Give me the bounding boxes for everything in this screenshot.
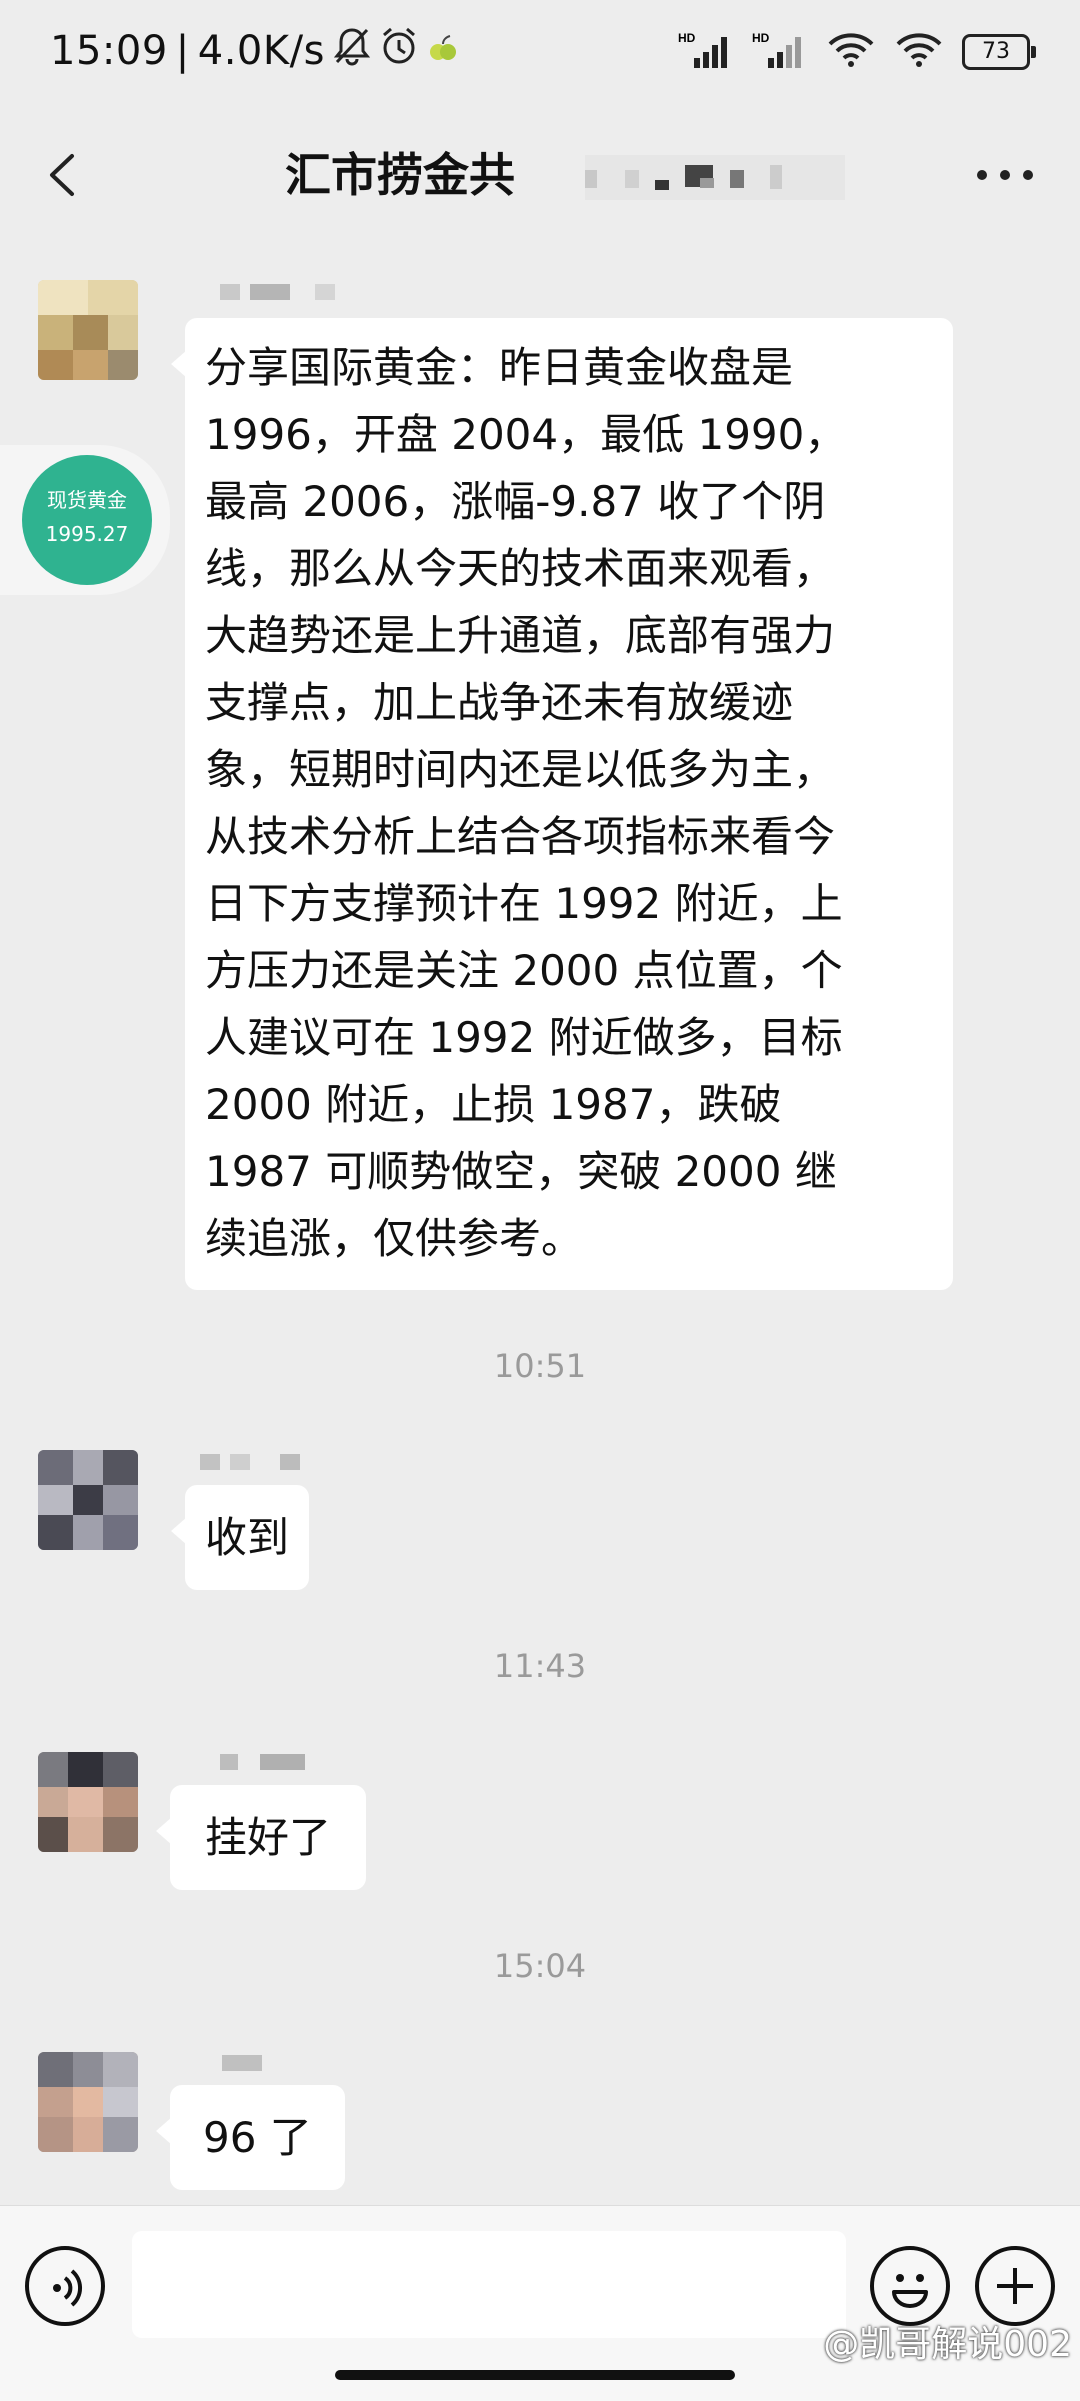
sender-name-redacted (200, 1452, 310, 1472)
message-text: 96 了 (203, 2113, 312, 2162)
wifi-icon (826, 30, 876, 74)
title-redaction (575, 140, 845, 210)
emoji-button[interactable] (870, 2246, 950, 2326)
message-bubble[interactable]: 96 了 (156, 2085, 345, 2190)
mute-bell-icon (333, 26, 371, 76)
timestamp: 15:04 (493, 1947, 587, 1985)
sender-name-redacted (220, 1752, 330, 1772)
status-left: 15:09 | 4.0K/s (50, 26, 459, 76)
spot-gold-price: 1995.27 (45, 522, 129, 546)
message-bubble[interactable]: 分享国际黄金：昨日黄金收盘是 1996，开盘 2004，最低 1990， 最高 … (171, 318, 953, 1290)
message-bubble[interactable]: 挂好了 (155, 1785, 367, 1890)
timestamp: 10:51 (493, 1347, 587, 1385)
status-separator: | (175, 28, 190, 74)
voice-button[interactable] (25, 2246, 105, 2326)
chat-title: 汇市捞金共 (285, 148, 515, 202)
app-notification-icon (427, 28, 459, 74)
avatar[interactable] (38, 2052, 138, 2152)
spot-gold-widget[interactable]: 现货黄金 1995.27 (0, 445, 170, 595)
svg-text:HD: HD (752, 31, 770, 45)
message-bubble[interactable]: 收到 (170, 1485, 310, 1590)
more-dots-icon (970, 170, 1040, 214)
alarm-icon (379, 26, 419, 76)
hd-signal-icon: HD (678, 30, 734, 74)
message-text: 分享国际黄金：昨日黄金收盘是 1996，开盘 2004，最低 1990， 最高 … (205, 343, 847, 1263)
chat-header: 汇市捞金共 (0, 110, 1080, 260)
status-network-speed: 4.0K/s (197, 28, 325, 74)
avatar[interactable] (38, 280, 138, 380)
status-time: 15:09 (50, 28, 168, 74)
battery-icon: 73 (962, 34, 1036, 70)
spot-gold-circle[interactable]: 现货黄金 1995.27 (22, 455, 152, 585)
hd-signal-icon: HD (752, 30, 808, 74)
back-button[interactable] (30, 140, 100, 210)
home-indicator[interactable] (335, 2370, 735, 2380)
timestamp: 11:43 (493, 1647, 587, 1685)
message-text: 挂好了 (205, 1813, 332, 1862)
sender-name-redacted (222, 2053, 282, 2073)
avatar[interactable] (38, 1752, 138, 1852)
status-right: HD HD 73 (678, 30, 1036, 74)
svg-text:HD: HD (678, 31, 696, 45)
message-text: 收到 (205, 1513, 290, 1562)
plus-button[interactable] (975, 2246, 1055, 2326)
message-input[interactable] (132, 2231, 846, 2338)
avatar[interactable] (38, 1450, 138, 1550)
sender-name-redacted (220, 282, 340, 302)
watermark: @凯哥解说002 (823, 2324, 1072, 2365)
spot-gold-label: 现货黄金 (47, 488, 127, 512)
status-bar: 15:09 | 4.0K/s HD HD 73 (0, 0, 1080, 110)
more-button[interactable] (970, 140, 1040, 210)
chevron-left-icon (30, 154, 100, 214)
wifi-icon (894, 30, 944, 74)
